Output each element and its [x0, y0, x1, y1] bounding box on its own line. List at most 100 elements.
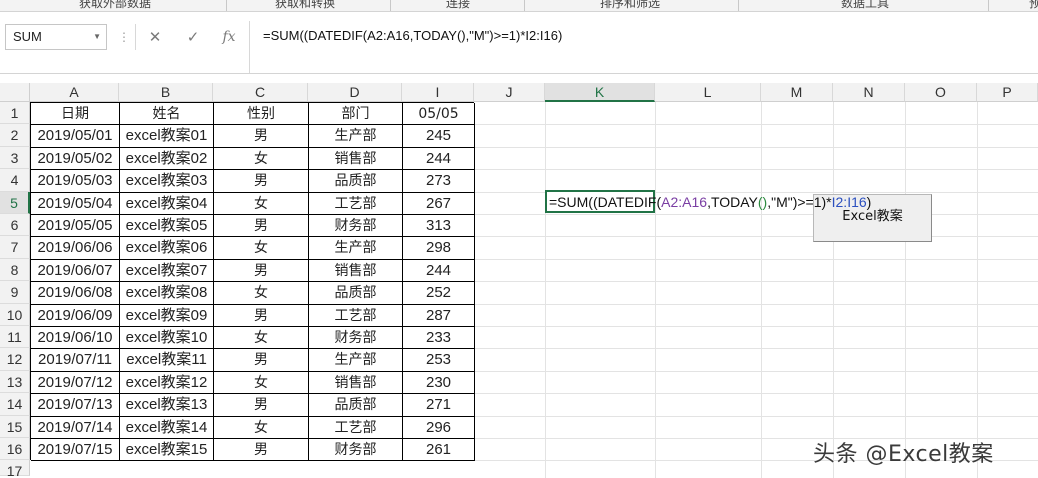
column-header-k[interactable]: K: [545, 83, 655, 102]
row-header-16[interactable]: 16: [0, 438, 30, 461]
table-cell-date[interactable]: 2019/06/09: [31, 304, 120, 327]
column-header-a[interactable]: A: [30, 83, 119, 102]
table-cell-name[interactable]: excel教案09: [120, 304, 214, 327]
table-cell-name[interactable]: excel教案06: [120, 237, 214, 260]
table-cell-gender[interactable]: 男: [214, 394, 309, 417]
table-cell-value-0505[interactable]: 252: [403, 282, 475, 305]
table-cell-gender[interactable]: 男: [214, 304, 309, 327]
ribbon-group-data-tools[interactable]: 数据工具: [745, 0, 985, 11]
cell-formula-editor[interactable]: =SUM((DATEDIF(A2:A16,TODAY(),"M")>=1)*I2…: [549, 193, 871, 211]
table-cell-gender[interactable]: 女: [214, 327, 309, 350]
column-header-d[interactable]: D: [308, 83, 402, 102]
table-cell-value-0505[interactable]: 233: [403, 327, 475, 350]
row-header-17[interactable]: 17: [0, 460, 30, 478]
column-header-p[interactable]: P: [977, 83, 1038, 102]
table-cell-value-0505[interactable]: 296: [403, 416, 475, 439]
table-cell-department[interactable]: 销售部: [309, 147, 403, 171]
table-cell-date[interactable]: 2019/05/04: [31, 192, 120, 215]
table-cell-value-0505[interactable]: 261: [403, 439, 475, 462]
table-cell-value-0505[interactable]: 230: [403, 371, 475, 395]
row-header-10[interactable]: 10: [0, 303, 30, 326]
table-cell-name[interactable]: excel教案15: [120, 439, 214, 462]
column-header-l[interactable]: L: [655, 83, 761, 102]
row-header-5[interactable]: 5: [0, 191, 30, 214]
table-cell-value-0505[interactable]: 244: [403, 147, 475, 171]
ribbon-group-get-transform[interactable]: 获取和转换: [230, 0, 380, 11]
table-cell-name[interactable]: excel教案04: [120, 192, 214, 215]
chevron-down-icon[interactable]: ▼: [93, 25, 101, 49]
row-header-8[interactable]: 8: [0, 258, 30, 282]
row-header-1[interactable]: 1: [0, 102, 30, 125]
table-cell-department[interactable]: 生产部: [309, 349, 403, 372]
row-header-3[interactable]: 3: [0, 146, 30, 170]
table-cell-value-0505[interactable]: 313: [403, 215, 475, 238]
table-header-date[interactable]: 日期: [31, 103, 120, 126]
table-cell-date[interactable]: 2019/06/10: [31, 327, 120, 350]
name-box[interactable]: SUM ▼: [5, 24, 107, 50]
table-cell-value-0505[interactable]: 273: [403, 170, 475, 193]
table-cell-name[interactable]: excel教案01: [120, 125, 214, 148]
table-cell-name[interactable]: excel教案05: [120, 215, 214, 238]
column-header-i[interactable]: I: [402, 83, 474, 102]
row-header-2[interactable]: 2: [0, 124, 30, 147]
table-cell-date[interactable]: 2019/05/05: [31, 215, 120, 238]
row-header-15[interactable]: 15: [0, 415, 30, 438]
row-header-14[interactable]: 14: [0, 393, 30, 416]
row-header-9[interactable]: 9: [0, 281, 30, 304]
formula-input[interactable]: =SUM((DATEDIF(A2:A16,TODAY(),"M")>=1)*I2…: [249, 21, 1038, 73]
table-cell-gender[interactable]: 男: [214, 349, 309, 372]
column-header-n[interactable]: N: [833, 83, 905, 102]
active-cell-k5[interactable]: =SUM((DATEDIF(A2:A16,TODAY(),"M")>=1)*I2…: [545, 190, 871, 213]
column-header-o[interactable]: O: [905, 83, 977, 102]
table-cell-gender[interactable]: 女: [214, 237, 309, 260]
table-cell-date[interactable]: 2019/05/02: [31, 147, 120, 171]
insert-function-icon[interactable]: fx: [214, 24, 244, 50]
table-cell-value-0505[interactable]: 245: [403, 125, 475, 148]
table-cell-department[interactable]: 工艺部: [309, 304, 403, 327]
column-header-c[interactable]: C: [213, 83, 308, 102]
table-cell-name[interactable]: excel教案08: [120, 282, 214, 305]
table-cell-department[interactable]: 生产部: [309, 237, 403, 260]
table-cell-date[interactable]: 2019/05/01: [31, 125, 120, 148]
table-cell-date[interactable]: 2019/07/14: [31, 416, 120, 439]
table-cell-gender[interactable]: 女: [214, 147, 309, 171]
table-cell-department[interactable]: 销售部: [309, 371, 403, 395]
table-cell-department[interactable]: 工艺部: [309, 192, 403, 215]
row-header-6[interactable]: 6: [0, 214, 30, 237]
table-cell-value-0505[interactable]: 271: [403, 394, 475, 417]
table-cell-name[interactable]: excel教案10: [120, 327, 214, 350]
table-cell-value-0505[interactable]: 267: [403, 192, 475, 215]
table-cell-gender[interactable]: 男: [214, 125, 309, 148]
table-cell-name[interactable]: excel教案02: [120, 147, 214, 171]
table-cell-department[interactable]: 品质部: [309, 282, 403, 305]
table-cell-date[interactable]: 2019/07/11: [31, 349, 120, 372]
table-cell-gender[interactable]: 男: [214, 439, 309, 462]
table-cell-department[interactable]: 财务部: [309, 327, 403, 350]
ribbon-group-sort-filter[interactable]: 排序和筛选: [530, 0, 730, 11]
column-header-m[interactable]: M: [761, 83, 833, 102]
row-header-13[interactable]: 13: [0, 370, 30, 394]
table-cell-date[interactable]: 2019/06/08: [31, 282, 120, 305]
check-icon[interactable]: ✓: [178, 24, 208, 50]
ribbon-group-get-external-data[interactable]: 获取外部数据: [20, 0, 210, 11]
table-cell-department[interactable]: 品质部: [309, 394, 403, 417]
table-cell-name[interactable]: excel教案11: [120, 349, 214, 372]
table-header-value-0505[interactable]: 05/05: [403, 103, 475, 126]
cancel-icon[interactable]: ✕: [140, 24, 170, 50]
ribbon-group-connections[interactable]: 连接: [398, 0, 518, 11]
table-cell-gender[interactable]: 男: [214, 170, 309, 193]
table-header-name[interactable]: 姓名: [120, 103, 214, 126]
table-cell-value-0505[interactable]: 287: [403, 304, 475, 327]
table-cell-value-0505[interactable]: 298: [403, 237, 475, 260]
table-cell-name[interactable]: excel教案07: [120, 259, 214, 283]
table-cell-name[interactable]: excel教案03: [120, 170, 214, 193]
table-cell-date[interactable]: 2019/07/15: [31, 439, 120, 462]
table-cell-department[interactable]: 销售部: [309, 259, 403, 283]
ribbon-group-forecast[interactable]: 预: [1020, 0, 1038, 11]
table-cell-gender[interactable]: 女: [214, 282, 309, 305]
column-header-j[interactable]: J: [474, 83, 545, 102]
table-cell-department[interactable]: 财务部: [309, 215, 403, 238]
table-cell-date[interactable]: 2019/06/07: [31, 259, 120, 283]
table-cell-department[interactable]: 财务部: [309, 439, 403, 462]
row-header-11[interactable]: 11: [0, 326, 30, 349]
